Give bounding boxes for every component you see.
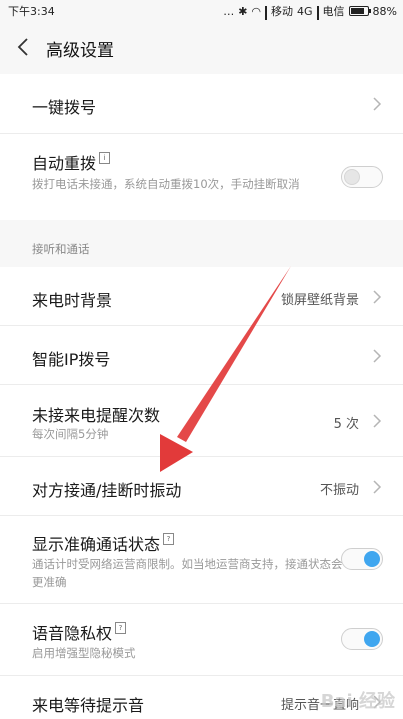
carrier1-label: 移动 <box>271 5 294 18</box>
smart-ip-label: 智能IP拨号 <box>32 350 111 369</box>
row-title-voice-privacy: 语音隐私权? <box>32 620 127 644</box>
signal-icon <box>265 6 268 30</box>
battery-icon <box>348 6 371 16</box>
row-accurate-call-status[interactable]: 显示准确通话状态? 通话计时受网络运营商限制。如当地运营商支持，接通状态会更准确 <box>0 516 403 604</box>
page-title: 高级设置 <box>46 41 114 61</box>
row-smart-ip-dial[interactable]: 智能IP拨号 <box>0 326 403 385</box>
vibrate-label: 对方接通/挂断时振动 <box>32 481 182 500</box>
toggle-knob <box>364 631 380 647</box>
status-time: 下午3:34 <box>8 5 55 18</box>
auto-redial-toggle[interactable] <box>341 166 383 188</box>
toggle-knob <box>344 169 360 185</box>
row-auto-redial[interactable]: 自动重拨 i 拨打电话未接通，系统自动重拨10次，手动挂断取消 <box>0 134 403 220</box>
chevron-right-icon <box>373 290 382 304</box>
row-title-auto-redial: 自动重拨 i <box>32 150 111 174</box>
bluetooth-icon: ✱ <box>238 4 248 18</box>
call-status-toggle[interactable] <box>341 548 383 570</box>
chevron-right-icon <box>373 349 382 363</box>
row-one-key-dial[interactable]: 一键拨号 <box>0 74 403 134</box>
row-voice-privacy[interactable]: 语音隐私权? 启用增强型隐秘模式 <box>0 604 403 676</box>
row-incoming-background[interactable]: 来电时背景 锁屏壁纸背景 <box>0 267 403 326</box>
back-arrow-icon[interactable] <box>14 36 34 58</box>
section-header-answer-call: 接听和通话 <box>32 242 90 256</box>
toggle-knob <box>364 551 380 567</box>
signal-icon-2 <box>316 6 319 30</box>
settings-card-general: 一键拨号 自动重拨 i 拨打电话未接通，系统自动重拨10次，手动挂断取消 <box>0 74 403 220</box>
row-title: 一键拨号 <box>32 98 97 117</box>
incoming-bg-value: 锁屏壁纸背景 <box>280 293 359 308</box>
info-icon: i <box>99 152 111 164</box>
auto-redial-label: 自动重拨 <box>32 154 97 173</box>
help-icon: ? <box>163 533 175 545</box>
chevron-right-icon <box>373 480 382 494</box>
header-bar: 高级设置 <box>0 20 403 74</box>
watermark-logo: Bai 经验 <box>320 691 395 712</box>
row-vibrate-on-connect[interactable]: 对方接通/挂断时振动 不振动 <box>0 457 403 516</box>
row-missed-call-reminder[interactable]: 未接来电提醒次数 每次间隔5分钟 5 次 <box>0 385 403 457</box>
voice-privacy-description: 启用增强型隐秘模式 <box>32 646 136 660</box>
auto-redial-description: 拨打电话未接通，系统自动重拨10次，手动挂断取消 <box>32 177 300 191</box>
chevron-right-icon <box>373 414 382 428</box>
voice-privacy-toggle[interactable] <box>341 628 383 650</box>
mute-icon: … <box>223 4 235 18</box>
network-label: 4G <box>297 4 313 18</box>
chevron-right-icon <box>373 97 382 111</box>
wifi-icon: ◠ <box>251 4 262 18</box>
call-status-description: 通话计时受网络运营商限制。如当地运营商支持，接通状态会更准确 <box>32 557 343 589</box>
missed-reminder-value: 5 次 <box>333 417 359 432</box>
status-icons: … ✱ ◠ 移动 4G 电信 88% <box>223 3 397 30</box>
help-icon: ? <box>115 622 127 634</box>
call-waiting-label: 来电等待提示音 <box>32 696 145 715</box>
settings-card-calls: 来电时背景 锁屏壁纸背景 智能IP拨号 未接来电提醒次数 每次间隔5分钟 5 次… <box>0 267 403 719</box>
screen: 下午3:34 … ✱ ◠ 移动 4G 电信 88% 高级设置 一键拨号 自动重拨… <box>0 0 403 719</box>
call-status-label: 显示准确通话状态 <box>32 535 161 554</box>
voice-privacy-label: 语音隐私权 <box>32 624 113 643</box>
row-title-call-status: 显示准确通话状态? <box>32 531 175 555</box>
missed-reminder-label: 未接来电提醒次数 <box>32 406 161 425</box>
incoming-bg-label: 来电时背景 <box>32 291 113 310</box>
carrier2-label: 电信 <box>322 5 345 18</box>
battery-label: 88% <box>372 4 397 18</box>
vibrate-value: 不振动 <box>319 483 359 498</box>
status-bar: 下午3:34 … ✱ ◠ 移动 4G 电信 88% <box>0 0 403 30</box>
missed-reminder-description: 每次间隔5分钟 <box>32 427 109 441</box>
